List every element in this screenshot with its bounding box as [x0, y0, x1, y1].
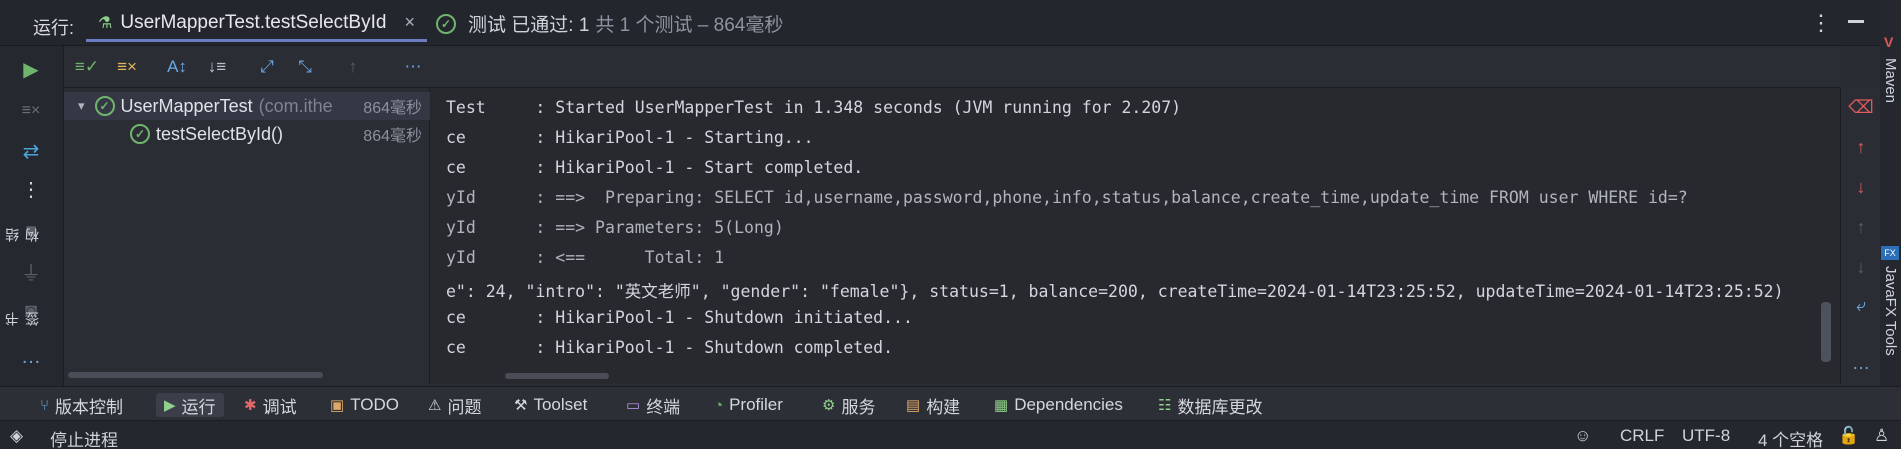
- previous-icon[interactable]: ↑: [340, 54, 366, 80]
- lock-icon[interactable]: 🔓: [1838, 426, 1859, 446]
- notifications-icon[interactable]: ♙: [1874, 426, 1889, 446]
- run-icon: ▶: [164, 397, 176, 414]
- up-disabled-icon[interactable]: ↑: [1850, 216, 1872, 238]
- minimize-icon[interactable]: [1848, 20, 1864, 23]
- run-panel-label: 运行:: [33, 18, 75, 38]
- tree-row-method[interactable]: ✓ testSelectById() 864毫秒: [64, 120, 430, 148]
- dependencies-icon: ▦: [994, 397, 1009, 414]
- tab-version-control[interactable]: ⑂ 版本控制: [40, 393, 123, 417]
- down-arrow-icon[interactable]: ↓: [1850, 176, 1872, 198]
- sort-alpha-icon[interactable]: A↕: [164, 54, 190, 80]
- left-tool-strip: ▶ ≡× ⇄ ⋮ ■ ⏚ ◙ …: [0, 46, 64, 386]
- test-toolbar: ≡✓ ≡× A↕ ↓≡ ⤢ ⤡ ↑ ⋯: [64, 46, 1840, 88]
- console-line: ce : HikariPool-1 - Shutdown initiated..…: [446, 308, 913, 327]
- console-line: yId : ==> Preparing: SELECT id,username,…: [446, 188, 1688, 207]
- console-line: e": 24, "intro": "英文老师", "gender": "fema…: [446, 282, 1784, 301]
- bug-icon: ✱: [244, 397, 257, 414]
- maven-panel-tab[interactable]: Maven: [1882, 58, 1899, 103]
- close-tab-icon[interactable]: ×: [404, 12, 415, 33]
- show-passed-icon[interactable]: ≡✓: [74, 54, 100, 80]
- javafx-icon: FX: [1881, 246, 1899, 260]
- clear-console-icon[interactable]: ⌫: [1848, 96, 1873, 118]
- tab-profiler[interactable]: ◔ Profiler: [714, 393, 783, 417]
- up-arrow-icon[interactable]: ↑: [1850, 136, 1872, 158]
- layers-icon[interactable]: ◈: [10, 426, 23, 446]
- console-output[interactable]: Test : Started UserMapperTest in 1.348 s…: [430, 88, 1840, 384]
- run-configuration-tab[interactable]: ⚗ UserMapperTest.testSelectById ×: [86, 6, 427, 42]
- console-line: yId : ==> Parameters: 5(Long): [446, 218, 784, 237]
- clear-icon[interactable]: ≡×: [18, 98, 44, 124]
- tab-problems[interactable]: ⚠ 问题: [428, 393, 481, 417]
- file-encoding[interactable]: UTF-8: [1682, 426, 1730, 446]
- console-line: Test : Started UserMapperTest in 1.348 s…: [446, 98, 1182, 117]
- test-flask-icon: ⚗: [98, 14, 113, 32]
- tab-run[interactable]: ▶ 运行: [156, 393, 224, 417]
- passed-check-icon: ✓: [436, 13, 456, 34]
- indent-setting[interactable]: 4 个空格: [1758, 426, 1823, 449]
- tree-method-label: testSelectById(): [156, 123, 284, 144]
- toggle-icon[interactable]: ⇄: [18, 138, 44, 164]
- tab-dependencies[interactable]: ▦ Dependencies: [994, 393, 1123, 417]
- console-actions: ⌫ ↑ ↓ ↑ ↓ ⤶ …: [1840, 88, 1880, 384]
- ellipsis-icon[interactable]: …: [1850, 352, 1872, 374]
- console-line: ce : HikariPool-1 - Shutdown completed.: [446, 338, 894, 357]
- todo-icon: ▣: [330, 397, 345, 414]
- stop-process-label[interactable]: 停止进程: [50, 426, 118, 449]
- javafx-tools-tab[interactable]: JavaFX Tools: [1882, 266, 1899, 356]
- passed-check-icon: ✓: [94, 96, 115, 116]
- test-tree: ▾ ✓ UserMapperTest (com.ithe 864毫秒 ✓ tes…: [64, 88, 430, 384]
- copilot-icon[interactable]: ☺: [1574, 426, 1591, 446]
- run-tab-title: UserMapperTest.testSelectById: [120, 11, 387, 33]
- terminal-icon: ▭: [626, 397, 641, 414]
- test-status: ✓ 测试 已通过: 1 共 1 个测试 – 864毫秒: [436, 10, 783, 37]
- more-icon[interactable]: ⋮: [18, 176, 44, 202]
- line-separator[interactable]: CRLF: [1620, 426, 1664, 446]
- show-ignored-icon[interactable]: ≡×: [114, 54, 140, 80]
- tab-terminal[interactable]: ▭ 终端: [626, 393, 680, 417]
- console-line: yId : <== Total: 1: [446, 248, 725, 267]
- tab-services[interactable]: ⚙ 服务: [822, 393, 875, 417]
- soft-wrap-icon[interactable]: ⤶: [1850, 294, 1872, 316]
- tab-todo[interactable]: ▣ TODO: [330, 393, 399, 417]
- more-actions-icon[interactable]: ⋯: [400, 54, 426, 80]
- toolset-icon: ⚒: [514, 397, 528, 414]
- maven-icon: V: [1884, 34, 1894, 50]
- tab-build[interactable]: ▤ 构建: [906, 393, 960, 417]
- expand-all-icon[interactable]: ⤢: [254, 54, 280, 80]
- problems-icon: ⚠: [428, 397, 442, 414]
- console-horizontal-scrollbar[interactable]: [505, 373, 609, 379]
- tree-class-package: (com.ithe: [258, 95, 333, 116]
- tree-method-time: 864毫秒: [363, 128, 422, 145]
- ellipsis-icon[interactable]: …: [18, 344, 44, 370]
- tool-window-bar: ⑂ 版本控制 ▶ 运行 ✱ 调试 ▣ TODO ⚠ 问题 ⚒ Toolset ▭ 终端 ◔ Pr…: [0, 386, 1901, 420]
- console-line: ce : HikariPool-1 - Start completed.: [446, 158, 864, 177]
- tab-debug[interactable]: ✱ 调试: [244, 393, 297, 417]
- console-vertical-scrollbar[interactable]: [1821, 302, 1831, 362]
- plugin-icon[interactable]: ⏚: [18, 258, 44, 285]
- tree-horizontal-scrollbar[interactable]: [68, 372, 323, 378]
- down-disabled-icon[interactable]: ↓: [1850, 256, 1872, 278]
- sort-duration-icon[interactable]: ↓≡: [204, 54, 230, 80]
- passed-check-icon: ✓: [130, 124, 150, 144]
- right-tool-strip: V Maven FX JavaFX Tools: [1880, 0, 1901, 386]
- collapse-all-icon[interactable]: ⤡: [292, 54, 318, 80]
- status-passed: 测试 已通过: 1: [468, 15, 590, 36]
- tab-database-changes[interactable]: ☷ 数据库更改: [1158, 393, 1262, 417]
- tree-class-time: 864毫秒: [363, 100, 422, 117]
- console-line: ce : HikariPool-1 - Starting...: [446, 128, 814, 147]
- services-icon: ⚙: [822, 397, 836, 414]
- tree-class-label: UserMapperTest: [120, 95, 253, 116]
- branch-icon: ⑂: [40, 396, 50, 414]
- build-icon: ▤: [906, 397, 921, 414]
- status-total: 共 1 个测试 – 864毫秒: [595, 15, 784, 36]
- tab-toolset[interactable]: ⚒ Toolset: [514, 393, 587, 417]
- rerun-play-icon[interactable]: ▶: [18, 56, 44, 82]
- profiler-icon: ◔: [714, 396, 724, 414]
- status-bar: ◈ 停止进程 ☺ CRLF UTF-8 4 个空格 🔓 ♙: [0, 420, 1901, 449]
- database-icon: ☷: [1158, 397, 1172, 414]
- chevron-down-icon[interactable]: ▾: [78, 98, 85, 114]
- tree-row-class[interactable]: ▾ ✓ UserMapperTest (com.ithe 864毫秒: [64, 92, 430, 120]
- more-options-icon[interactable]: ⋮: [1810, 10, 1832, 36]
